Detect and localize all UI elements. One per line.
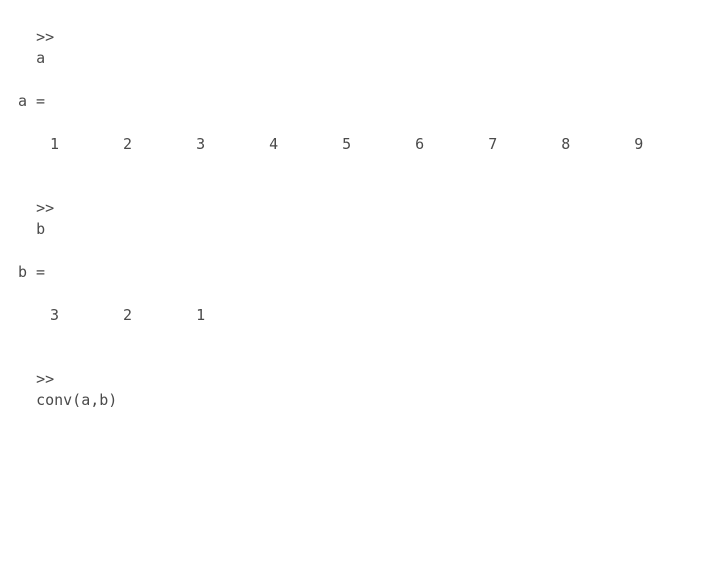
vector-value: 5: [342, 134, 406, 155]
prompt-symbol: >>: [36, 28, 63, 46]
command-text: b: [36, 220, 45, 238]
vector-value: 1: [196, 305, 260, 326]
output-label-a: a =: [18, 91, 704, 112]
prompt-symbol: >>: [36, 370, 63, 388]
vector-value: 2: [123, 305, 187, 326]
vector-value: 3: [196, 134, 260, 155]
prompt-symbol: >>: [36, 199, 63, 217]
vector-value: 4: [269, 134, 333, 155]
command-line-b: >> b: [18, 177, 704, 240]
vector-a: 1 2 3 4 5 6 7 8 9: [18, 134, 704, 155]
command-text: conv(a,b): [36, 391, 117, 409]
output-label-b: b =: [18, 262, 704, 283]
vector-value: 2: [123, 134, 187, 155]
vector-value: 8: [561, 134, 625, 155]
vector-value: 3: [50, 305, 114, 326]
command-text: a: [36, 49, 45, 67]
command-line-conv[interactable]: >> conv(a,b): [18, 348, 704, 411]
vector-value: 7: [488, 134, 552, 155]
vector-value: 1: [50, 134, 114, 155]
vector-value: 9: [634, 134, 698, 155]
vector-value: 6: [415, 134, 479, 155]
command-line-a: >> a: [18, 6, 704, 69]
vector-b: 3 2 1: [18, 305, 704, 326]
